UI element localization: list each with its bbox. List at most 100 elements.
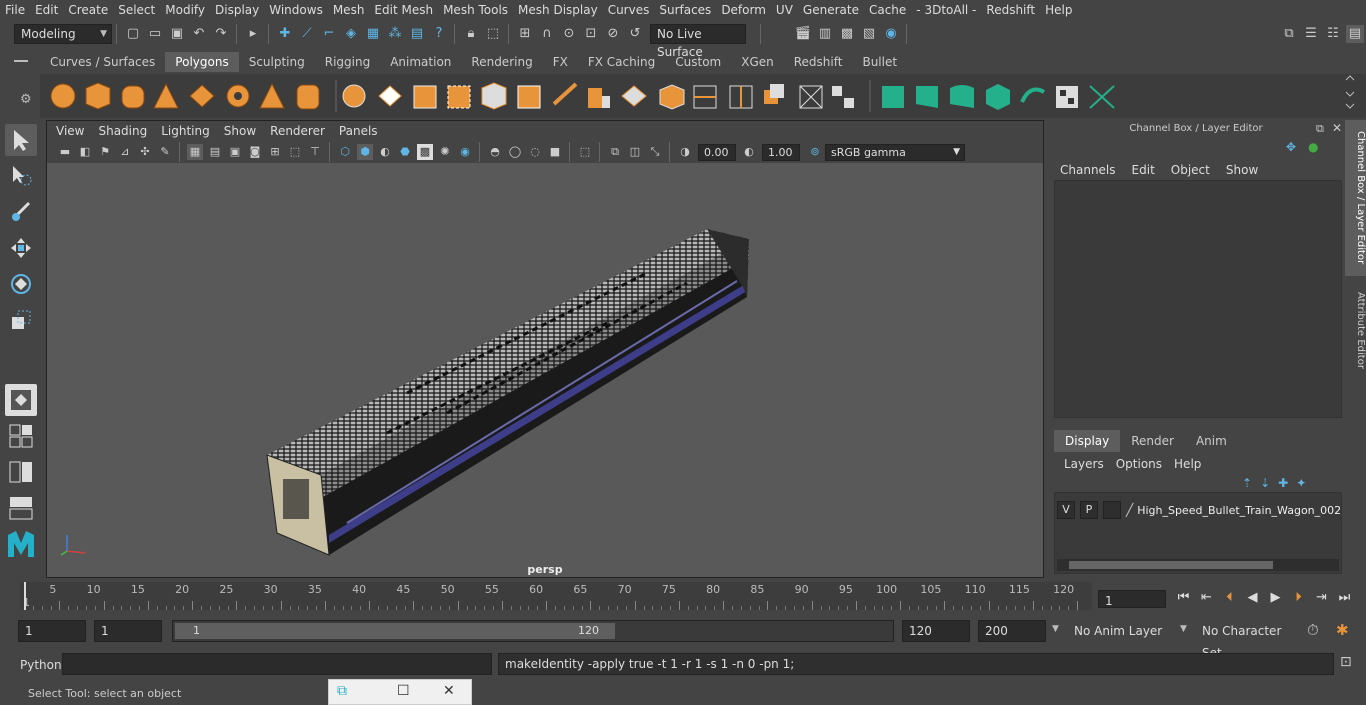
- bookmark-icon[interactable]: ⚑: [97, 144, 113, 160]
- tool-settings-toggle-icon[interactable]: ☷: [1324, 25, 1342, 43]
- layer-display-type[interactable]: [1102, 501, 1121, 519]
- shelf-tab-rendering[interactable]: Rendering: [461, 52, 542, 72]
- layer-menu-options[interactable]: Options: [1110, 457, 1168, 471]
- attribute-editor-toggle-icon[interactable]: ☰: [1302, 25, 1320, 43]
- range-slider[interactable]: 1 120: [172, 620, 894, 642]
- close-panel-icon[interactable]: ✕: [1332, 121, 1342, 135]
- shade-default-material-icon[interactable]: ◐: [377, 144, 393, 160]
- live-surface-field[interactable]: No Live Surface: [650, 24, 746, 59]
- viewport-menu-panels[interactable]: Panels: [332, 121, 385, 141]
- shelf-gear-icon[interactable]: ⚙: [20, 92, 32, 107]
- undo-icon[interactable]: ↶: [190, 25, 208, 43]
- menu-edit[interactable]: Edit: [30, 0, 63, 20]
- playback-end-field[interactable]: 120: [902, 620, 970, 642]
- new-layer-selected-icon[interactable]: ✦: [1296, 476, 1306, 490]
- current-frame-field[interactable]: 1: [1098, 590, 1166, 608]
- viewport-menu-shading[interactable]: Shading: [91, 121, 154, 141]
- shelf-tab-animation[interactable]: Animation: [380, 52, 461, 72]
- menu-mesh-tools[interactable]: Mesh Tools: [438, 0, 513, 20]
- gate-mask-icon[interactable]: ◙: [247, 144, 263, 160]
- select-uv-icon[interactable]: ▦: [364, 25, 382, 43]
- float-panel-icon[interactable]: ⧉: [1316, 122, 1324, 136]
- auto-key-icon[interactable]: ⏱: [1307, 621, 1319, 639]
- render-frame-icon[interactable]: ▥: [816, 25, 834, 43]
- channel-menu-show[interactable]: Show: [1218, 163, 1266, 177]
- exposure-field[interactable]: 0.00: [698, 143, 736, 161]
- channel-menu-object[interactable]: Object: [1163, 163, 1218, 177]
- move-layer-up-icon[interactable]: ⇡: [1242, 476, 1252, 490]
- animation-end-field[interactable]: 200: [978, 620, 1046, 642]
- step-back-key-icon[interactable]: ⇤: [1197, 588, 1217, 608]
- select-rendering-icon[interactable]: ▤: [408, 25, 426, 43]
- floating-window-titlebar[interactable]: ⧉ ☐ ✕: [328, 679, 472, 705]
- shelf-tab-bullet[interactable]: Bullet: [852, 52, 907, 72]
- step-forward-frame-icon[interactable]: ⏵: [1289, 588, 1309, 608]
- paint-select-tool[interactable]: [5, 196, 37, 228]
- select-by-component-icon[interactable]: ✚: [276, 25, 294, 43]
- menu-mesh[interactable]: Mesh: [328, 0, 370, 20]
- new-scene-icon[interactable]: ▢: [124, 25, 142, 43]
- ambient-occlusion-icon[interactable]: ◯: [507, 144, 523, 160]
- select-edge-icon[interactable]: ⌐: [320, 25, 338, 43]
- open-scene-icon[interactable]: ▭: [146, 25, 164, 43]
- step-forward-key-icon[interactable]: ⇥: [1312, 588, 1332, 608]
- lasso-tool[interactable]: [5, 160, 37, 192]
- menu-deform[interactable]: Deform: [716, 0, 771, 20]
- snap-grid-icon[interactable]: ⊞: [516, 25, 534, 43]
- shelf-tab-custom[interactable]: Custom: [665, 52, 731, 72]
- chevron-down-icon[interactable]: ▼: [1180, 624, 1187, 634]
- safe-action-icon[interactable]: ⬚: [287, 144, 303, 160]
- xray-joints-icon[interactable]: ⧉: [607, 144, 623, 160]
- close-icon[interactable]: ✕: [443, 683, 455, 699]
- layer-name[interactable]: High_Speed_Bullet_Train_Wagon_002: [1137, 504, 1341, 517]
- time-slider[interactable]: 5 10 15 20 25 30 35 40 45 50 55 60 65 70 75 80 85 90 95 100…: [20, 580, 1092, 612]
- menu-help[interactable]: Help: [1040, 0, 1077, 20]
- anti-aliasing-icon[interactable]: ■: [547, 144, 563, 160]
- layout-four-button[interactable]: [5, 420, 37, 452]
- range-slider-handle[interactable]: 1 120: [175, 623, 615, 639]
- channel-box-toggle-icon[interactable]: ▤: [1346, 25, 1364, 43]
- viewport-menu-lighting[interactable]: Lighting: [154, 121, 217, 141]
- current-time-indicator[interactable]: [24, 582, 26, 610]
- film-gate-icon[interactable]: ▤: [207, 144, 223, 160]
- tab-channel-box[interactable]: Channel Box / Layer Editor: [1345, 120, 1366, 276]
- redo-icon[interactable]: ↷: [212, 25, 230, 43]
- smooth-shade-icon[interactable]: ⬢: [357, 144, 373, 160]
- exposure-icon[interactable]: ◑: [677, 144, 693, 160]
- select-tool[interactable]: [5, 124, 37, 156]
- select-misc-icon[interactable]: ?: [430, 25, 448, 43]
- menu-modify[interactable]: Modify: [160, 0, 210, 20]
- ipr-render-icon[interactable]: ▩: [838, 25, 856, 43]
- new-layer-icon[interactable]: ✚: [1278, 476, 1288, 490]
- wireframe-icon[interactable]: ⬡: [337, 144, 353, 160]
- step-back-frame-icon[interactable]: ⏴: [1220, 588, 1240, 608]
- viewport-menu-renderer[interactable]: Renderer: [263, 121, 332, 141]
- gamma-field[interactable]: 1.00: [762, 143, 800, 161]
- xray-icon[interactable]: ▩: [417, 144, 433, 160]
- menu-select[interactable]: Select: [113, 0, 160, 20]
- menu-curves[interactable]: Curves: [603, 0, 655, 20]
- layer-tab-anim[interactable]: Anim: [1185, 430, 1238, 452]
- character-set-dropdown[interactable]: No Character Set: [1194, 620, 1298, 660]
- menu-cache[interactable]: Cache: [864, 0, 911, 20]
- rotate-tool[interactable]: [5, 268, 37, 300]
- menu-generate[interactable]: Generate: [798, 0, 864, 20]
- save-scene-icon[interactable]: ▣: [168, 25, 186, 43]
- viewport-menu-show[interactable]: Show: [217, 121, 263, 141]
- hypershade-icon[interactable]: ◉: [882, 25, 900, 43]
- layer-scrollbar[interactable]: [1057, 559, 1339, 571]
- color-space-dropdown[interactable]: sRGB gamma ▼: [825, 143, 965, 161]
- render-settings-icon[interactable]: ▧: [860, 25, 878, 43]
- layout-outliner-button[interactable]: [5, 456, 37, 488]
- select-by-hierarchy-icon[interactable]: ▸: [244, 25, 262, 43]
- scale-tool[interactable]: [5, 304, 37, 336]
- isolate-select-icon[interactable]: ⬚: [577, 144, 593, 160]
- layer-menu-help[interactable]: Help: [1168, 457, 1207, 471]
- layer-tab-render[interactable]: Render: [1120, 430, 1185, 452]
- layer-playback-toggle[interactable]: P: [1079, 501, 1098, 519]
- time-ruler[interactable]: 5 10 15 20 25 30 35 40 45 50 55 60 65 70 75 80 85 90 95 100…: [20, 582, 1092, 610]
- workspace-icon[interactable]: ⧉: [1280, 25, 1298, 43]
- channel-menu-channels[interactable]: Channels: [1052, 163, 1124, 177]
- textured-icon[interactable]: ✺: [437, 144, 453, 160]
- shelf-tab-fx[interactable]: FX: [543, 52, 578, 72]
